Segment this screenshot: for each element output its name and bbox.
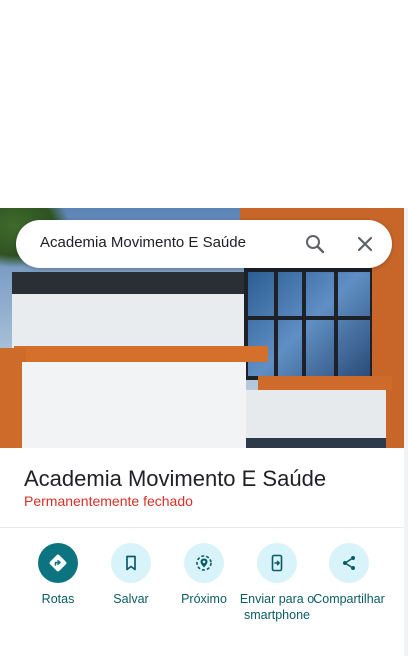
photo-window-frame [244, 316, 374, 320]
share-icon [329, 543, 369, 583]
place-title: Academia Movimento E Saúde [24, 466, 327, 491]
send-to-phone-label: Enviar para o smartphone [239, 592, 315, 622]
photo-wall-lower [22, 362, 246, 448]
photo-window [244, 268, 374, 380]
share-button[interactable]: Compartilhar [309, 543, 389, 607]
place-sheet: Academia Movimento E Saúde Permanentemen… [0, 448, 404, 656]
send-to-phone-icon [257, 543, 297, 583]
save-label: Salvar [113, 592, 149, 606]
photo-roof-band [12, 272, 244, 294]
place-status: Permanentemente fechado [24, 493, 193, 509]
send-to-phone-button[interactable]: Enviar para o smartphone [237, 543, 317, 623]
photo-balcony [258, 376, 392, 390]
photo-beam [14, 346, 268, 362]
directions-icon [38, 543, 78, 583]
nearby-label: Próximo [181, 592, 227, 606]
bookmark-icon [111, 543, 151, 583]
search-bar[interactable]: Academia Movimento E Saúde [16, 220, 392, 268]
directions-button[interactable]: Rotas [18, 543, 98, 607]
divider [0, 527, 404, 528]
photo-window-frame [274, 268, 278, 380]
nearby-button[interactable]: Próximo [164, 543, 244, 607]
search-input[interactable]: Academia Movimento E Saúde [40, 234, 246, 251]
scrollbar[interactable] [404, 208, 408, 656]
save-button[interactable]: Salvar [91, 543, 171, 607]
close-icon[interactable] [353, 232, 377, 256]
directions-label: Rotas [41, 592, 75, 606]
photo-window-frame [302, 268, 306, 380]
photo-window-frame [334, 268, 338, 380]
nearby-icon [184, 543, 224, 583]
share-label: Compartilhar [313, 592, 385, 606]
photo-lower-window [246, 438, 386, 448]
search-icon[interactable] [303, 232, 327, 256]
